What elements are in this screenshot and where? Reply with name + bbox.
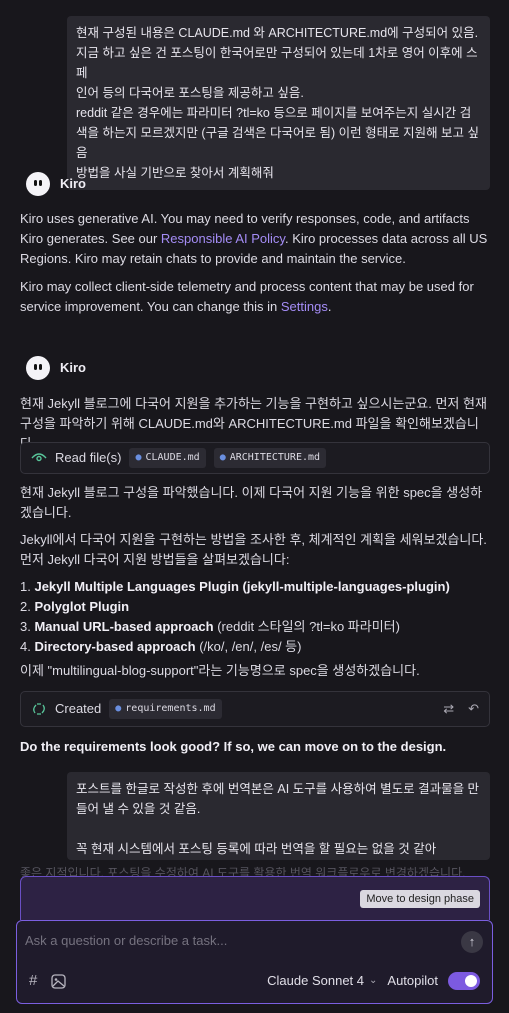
- assistant-header: Kiro: [26, 356, 86, 380]
- composer-toolbar: # Claude Sonnet 4 ⌄ Autopilot: [17, 969, 492, 993]
- user-message-line: 지금 하고 싶은 건 포스팅이 한국어로만 구성되어 있는데 1차로 영어 이후…: [76, 46, 478, 80]
- kiro-avatar-icon: [26, 172, 50, 196]
- move-to-design-phase-button[interactable]: Move to design phase: [360, 890, 480, 908]
- hash-context-icon[interactable]: #: [29, 971, 37, 991]
- responsible-ai-policy-link[interactable]: Responsible AI Policy: [161, 231, 285, 246]
- phase-action-bar: Move to design phase: [20, 876, 490, 920]
- telemetry-notice-paragraph: Kiro may collect client-side telemetry a…: [20, 279, 474, 314]
- markdown-file-icon: ●: [115, 703, 122, 714]
- assistant-paragraph: 이제 "multilingual-blog-support"라는 기능명으로 s…: [20, 663, 420, 678]
- file-chip[interactable]: ● CLAUDE.md: [129, 448, 206, 468]
- assistant-name: Kiro: [60, 360, 86, 375]
- read-files-label: Read file(s): [55, 450, 122, 465]
- file-chip[interactable]: ● ARCHITECTURE.md: [213, 448, 327, 468]
- file-chip[interactable]: ● requirements.md: [109, 699, 222, 719]
- user-message-text: 포스트를 한글로 작성한 후에 번역본은 AI 도구를 사용하여 별도로 결과물…: [76, 782, 480, 856]
- chat-scroll-area[interactable]: 현재 구성된 내용은 CLAUDE.md 와 ARCHITECTURE.md에 …: [0, 0, 509, 1013]
- user-message-line: 현재 구성된 내용은 CLAUDE.md 와 ARCHITECTURE.md에 …: [76, 26, 479, 40]
- user-message-line: reddit 같은 경우에는 파라미터 ?tl=ko 등으로 페이지를 보여주는…: [76, 106, 472, 120]
- settings-link[interactable]: Settings: [281, 299, 328, 314]
- user-message-line: 방법을 사실 기반으로 찾아서 계획해줘: [76, 166, 274, 180]
- markdown-file-icon: ●: [219, 452, 226, 463]
- user-message-line: 색을 하는지 모르겠지만 (구글 검색은 다국어로 됨) 이런 형태로 지원해 …: [76, 126, 480, 140]
- send-arrow-icon[interactable]: ↑: [461, 931, 483, 953]
- plan-item: 2. Polyglot Plugin: [20, 599, 130, 614]
- assistant-question: Do the requirements look good? If so, we…: [20, 739, 447, 754]
- chat-composer: ↑ # Claude Sonnet 4 ⌄ Autopilot: [16, 920, 493, 1004]
- model-selector[interactable]: Claude Sonnet 4 ⌄: [267, 971, 377, 991]
- user-message-line: 인어 등의 다국어로 포스팅을 제공하고 싶음.: [76, 86, 304, 100]
- ai-notice-paragraph: Kiro uses generative AI. You may need to…: [20, 211, 488, 266]
- user-message-line: 음: [76, 146, 88, 160]
- plan-item: 4. Directory-based approach (/ko/, /en/,…: [20, 639, 302, 654]
- chevron-down-icon: ⌄: [369, 975, 378, 986]
- created-file-card[interactable]: Created ● requirements.md ⇄ ↶: [20, 691, 490, 727]
- diff-icon[interactable]: ⇄: [443, 699, 454, 719]
- kiro-avatar-icon: [26, 356, 50, 380]
- chat-input[interactable]: [25, 930, 455, 950]
- created-label: Created: [55, 701, 102, 716]
- autopilot-label: Autopilot: [387, 973, 438, 988]
- assistant-header: Kiro: [26, 172, 86, 196]
- spec-created-icon: [31, 701, 47, 717]
- eye-icon: [31, 452, 47, 464]
- assistant-paragraph: 현재 Jekyll 블로그 구성을 파악했습니다. 이제 다국어 지원 기능을 …: [20, 485, 483, 520]
- assistant-paragraph: Jekyll에서 다국어 지원을 구현하는 방법을 조사한 후, 체계적인 계획…: [20, 532, 487, 567]
- autopilot-toggle[interactable]: [448, 972, 480, 990]
- read-files-card[interactable]: Read file(s) ● CLAUDE.md ● ARCHITECTURE.md: [20, 442, 490, 474]
- plan-item: 1. Jekyll Multiple Languages Plugin (jek…: [20, 579, 450, 594]
- markdown-file-icon: ●: [135, 452, 142, 463]
- plan-item: 3. Manual URL-based approach (reddit 스타일…: [20, 619, 400, 634]
- user-message: 현재 구성된 내용은 CLAUDE.md 와 ARCHITECTURE.md에 …: [67, 16, 490, 190]
- undo-icon[interactable]: ↶: [468, 699, 479, 719]
- user-message: 포스트를 한글로 작성한 후에 번역본은 AI 도구를 사용하여 별도로 결과물…: [67, 772, 490, 860]
- image-attach-icon[interactable]: [51, 973, 66, 989]
- ai-notice: Kiro uses generative AI. You may need to…: [20, 209, 492, 317]
- model-name: Claude Sonnet 4: [267, 973, 365, 988]
- assistant-name: Kiro: [60, 176, 86, 191]
- plan-list: 1. Jekyll Multiple Languages Plugin (jek…: [20, 577, 492, 657]
